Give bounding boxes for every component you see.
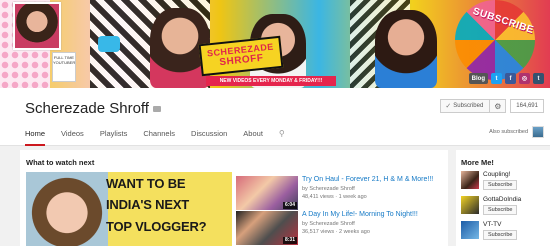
banner-tagline: NEW VIDEOS EVERY MONDAY & FRIDAY!!!	[206, 76, 336, 86]
tumblr-icon[interactable]: t	[533, 73, 544, 84]
instagram-icon[interactable]: ◎	[519, 73, 530, 84]
main-content: What to watch next WANT TO BE INDIA'S NE…	[20, 150, 448, 246]
channel-name[interactable]: VT-TV	[483, 221, 501, 228]
channel-banner: FULL TIME YOUTUBER SCHEREZADE SHROFF NEW…	[0, 0, 550, 88]
featured-text-line: INDIA'S NEXT	[106, 197, 190, 212]
search-icon[interactable]: ⚲	[279, 129, 285, 146]
also-subscribed-thumbnail[interactable]	[532, 126, 544, 138]
video-meta: 36,517 views · 2 weeks ago	[302, 229, 370, 235]
featured-channel-item: VT-TV Subscribe	[461, 221, 549, 245]
channel-name[interactable]: GottaDoIndia	[483, 196, 521, 203]
also-subscribed-label: Also subscribed	[489, 129, 528, 135]
channel-header: Scherezade Shroff ✓ Subscribed ⚙ 164,691…	[0, 88, 550, 146]
channel-thumbnail[interactable]	[461, 171, 479, 189]
banner-phone-card: FULL TIME YOUTUBER	[52, 52, 76, 82]
subscribe-button[interactable]: Subscribe	[483, 180, 518, 190]
banner-photo-3	[375, 10, 437, 88]
blog-link[interactable]: Blog	[468, 73, 488, 84]
subscribe-button[interactable]: Subscribe	[483, 230, 518, 240]
tab-home[interactable]: Home	[25, 129, 46, 146]
subscriber-count: 164,691	[510, 99, 544, 113]
video-title[interactable]: Try On Haul - Forever 21, H & M & More!!…	[302, 176, 433, 183]
video-title[interactable]: A Day In My Life!- Morning To Night!!!	[302, 211, 418, 218]
twitter-icon[interactable]: t	[491, 73, 502, 84]
subscribe-button[interactable]: Subscribe	[483, 205, 518, 215]
video-thumbnail[interactable]: 6:04	[236, 176, 298, 210]
tab-about[interactable]: About	[243, 129, 263, 146]
channel-title: Scherezade Shroff	[25, 100, 161, 117]
tab-channels[interactable]: Channels	[143, 129, 175, 146]
tab-videos[interactable]: Videos	[61, 129, 84, 146]
featured-channel-item: Coupling! Subscribe	[461, 171, 549, 195]
tab-discussion[interactable]: Discussion	[191, 129, 227, 146]
notification-settings-icon[interactable]: ⚙	[490, 99, 507, 113]
facebook-icon[interactable]: f	[505, 73, 516, 84]
featured-face	[26, 172, 108, 246]
subscribed-label: Subscribed	[453, 103, 484, 109]
hair-dryer-icon	[98, 36, 120, 52]
featured-text-line: WANT TO BE	[106, 176, 186, 191]
channel-avatar[interactable]	[13, 2, 61, 50]
video-meta: 48,411 views · 1 week ago	[302, 194, 367, 200]
video-thumbnail[interactable]: 8:31	[236, 211, 298, 245]
video-author: by Scherezade Shroff	[302, 186, 355, 192]
video-duration: 8:31	[282, 237, 297, 244]
sidebar-title: More Me!	[461, 158, 494, 167]
subscription-controls: ✓ Subscribed ⚙ 164,691	[440, 99, 544, 113]
channel-tabs: Home Videos Playlists Channels Discussio…	[25, 129, 285, 146]
subscribed-button[interactable]: ✓ Subscribed	[440, 99, 491, 113]
video-author: by Scherezade Shroff	[302, 221, 355, 227]
video-item[interactable]: 6:04 Try On Haul - Forever 21, H & M & M…	[236, 176, 446, 210]
featured-channel-item: GottaDoIndia Subscribe	[461, 196, 549, 220]
channel-title-text[interactable]: Scherezade Shroff	[25, 100, 149, 117]
channel-thumbnail[interactable]	[461, 221, 479, 239]
tab-playlists[interactable]: Playlists	[100, 129, 128, 146]
featured-text-line: TOP VLOGGER?	[106, 219, 207, 234]
featured-video-thumbnail[interactable]: WANT TO BE INDIA'S NEXT TOP VLOGGER?	[26, 172, 232, 246]
channel-thumbnail[interactable]	[461, 196, 479, 214]
banner-social-links: Blog t f ◎ t	[468, 73, 544, 84]
section-title: What to watch next	[26, 158, 95, 167]
video-duration: 6:04	[282, 202, 297, 209]
channel-name[interactable]: Coupling!	[483, 171, 510, 178]
video-item[interactable]: 8:31 A Day In My Life!- Morning To Night…	[236, 211, 446, 245]
check-icon: ✓	[445, 103, 452, 110]
verified-icon	[152, 105, 161, 112]
featured-channels-sidebar: More Me! Coupling! Subscribe GottaDoIndi…	[456, 150, 550, 246]
